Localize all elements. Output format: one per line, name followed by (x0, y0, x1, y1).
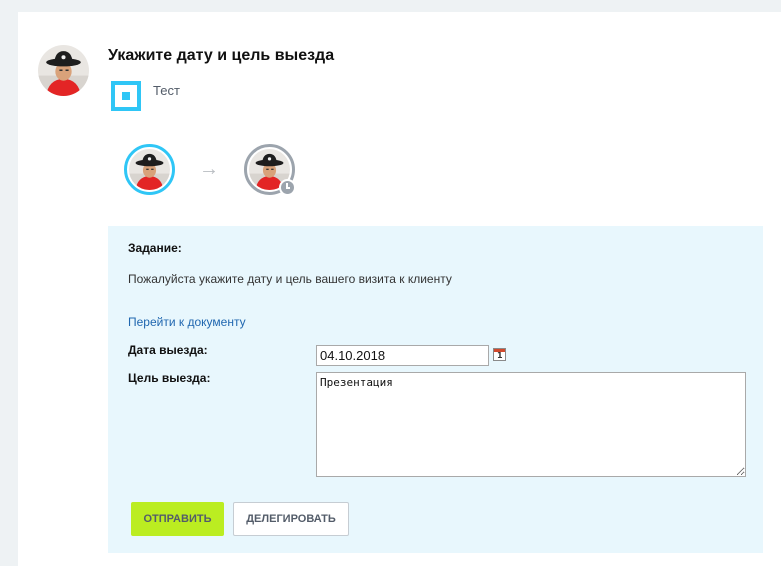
clock-icon (279, 179, 296, 196)
author-avatar[interactable] (38, 45, 89, 96)
crm-entity-icon (111, 81, 141, 111)
date-input[interactable] (316, 345, 489, 366)
task-section-label: Задание: (128, 241, 182, 255)
delegate-button[interactable]: ДЕЛЕГИРОВАТЬ (233, 502, 349, 536)
date-label: Дата выезда: (128, 343, 208, 357)
task-panel: Задание: Пожалуйста укажите дату и цель … (108, 226, 763, 553)
task-description: Пожалуйста укажите дату и цель вашего ви… (128, 272, 452, 286)
task-title: Укажите дату и цель выезда (108, 47, 335, 64)
entity-name[interactable]: Тест (153, 83, 180, 98)
goal-textarea[interactable]: Презентация (316, 372, 746, 477)
goal-label: Цель выезда: (128, 371, 211, 385)
go-to-document-link[interactable]: Перейти к документу (128, 315, 246, 329)
send-button[interactable]: ОТПРАВИТЬ (131, 502, 224, 536)
calendar-icon[interactable]: 1 (493, 348, 506, 361)
sender-avatar[interactable] (124, 144, 175, 195)
arrow-right-icon: → (199, 158, 219, 180)
